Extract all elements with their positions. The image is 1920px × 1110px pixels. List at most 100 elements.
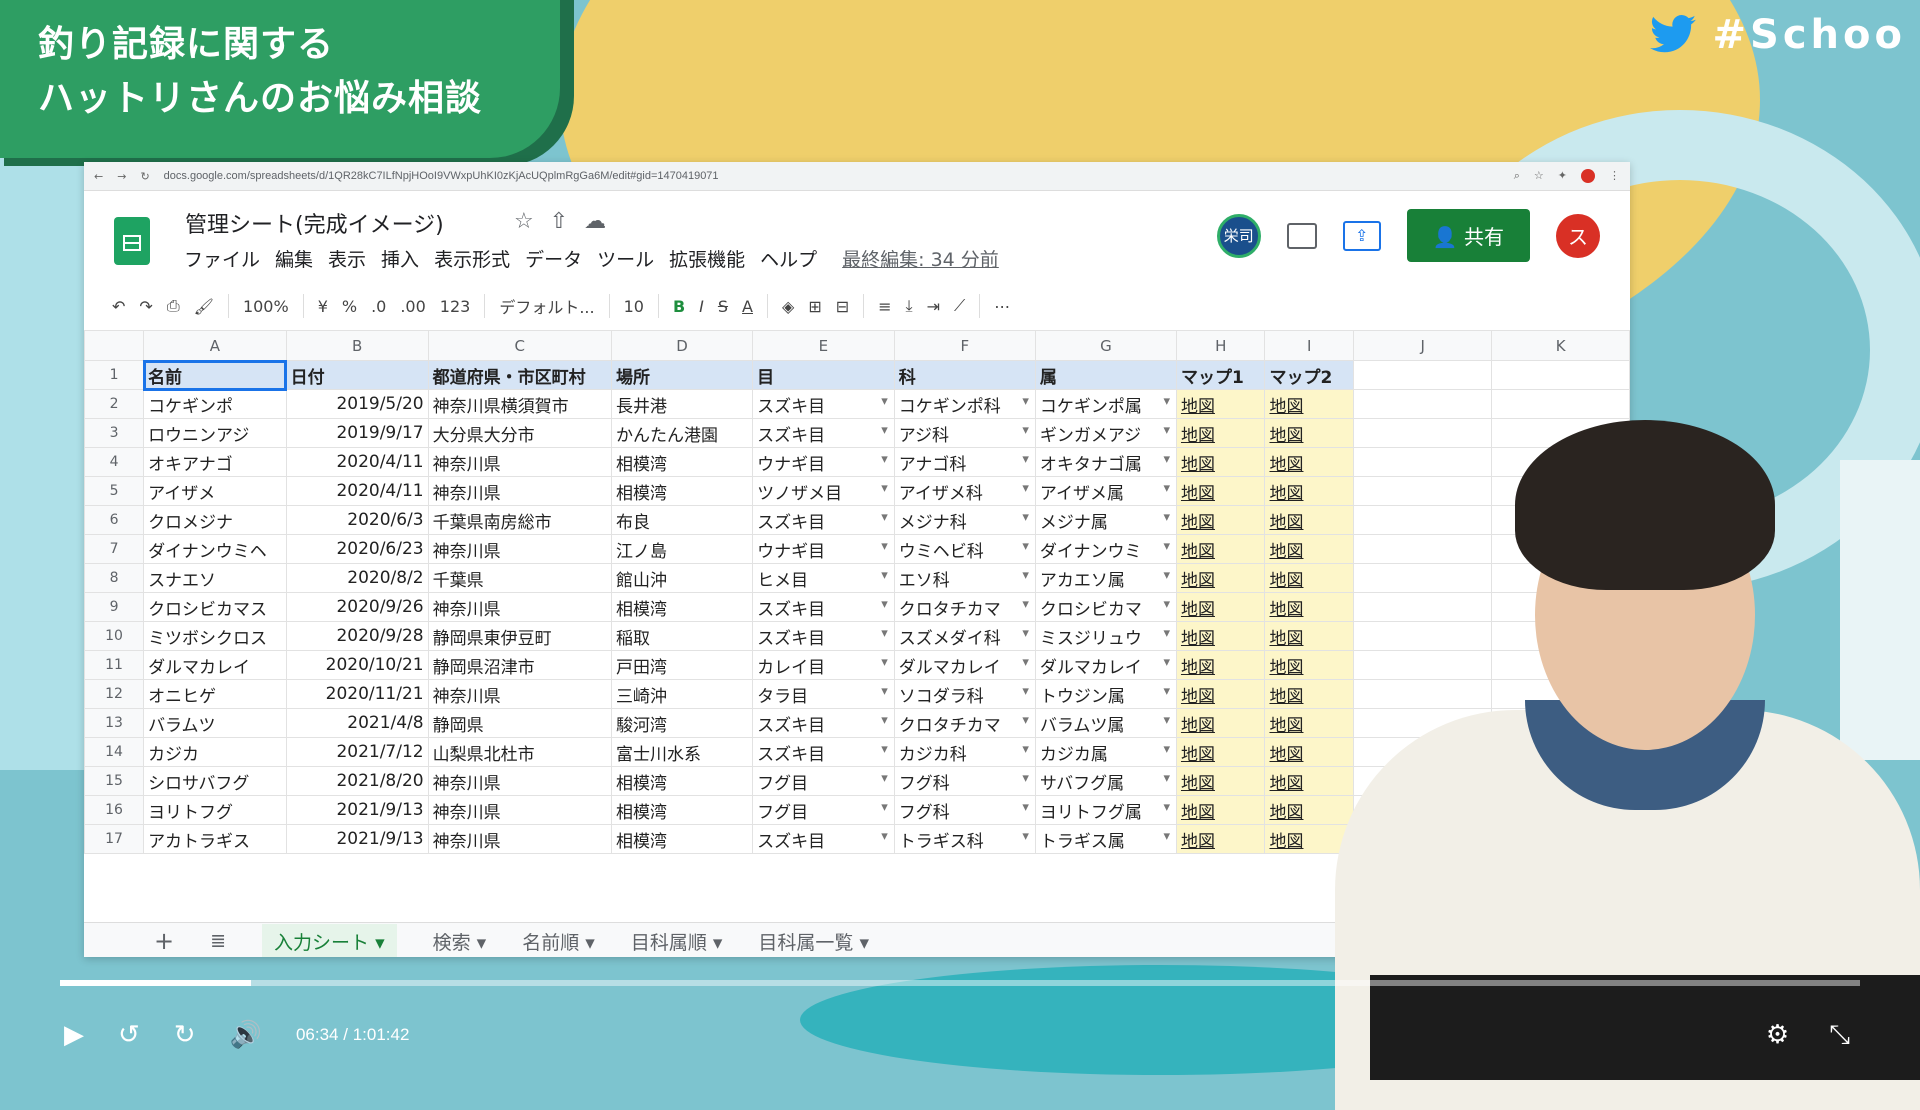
decrease-decimal-button[interactable]: .0 [371,297,386,316]
cell-genus[interactable]: メジナ属 [1034,505,1177,535]
volume-icon[interactable]: 🔊 [230,1020,262,1050]
zoom-icon[interactable]: ⌕ [1514,169,1520,183]
map1-link[interactable]: 地図 [1175,418,1266,448]
cell-location[interactable]: 神奈川県 [427,592,612,622]
cell-order[interactable]: スズキ目 [752,824,895,854]
sheet-tab[interactable]: 目科属順 ▾ [631,928,723,955]
vertical-align-icon[interactable]: ⤓ [906,296,913,316]
cell-date[interactable]: 2020/11/21 [285,679,429,709]
add-sheet-icon[interactable]: + [154,927,174,955]
cell-date[interactable]: 2021/4/8 [285,708,429,738]
column-header[interactable]: F [893,330,1036,361]
map1-link[interactable]: 地図 [1175,505,1266,535]
row-number[interactable]: 2 [84,389,145,419]
percent-format-button[interactable]: % [342,297,357,316]
menu-view[interactable]: 表示 [328,245,366,272]
cell-location[interactable]: 山梨県北杜市 [427,737,612,767]
cell-order[interactable]: スズキ目 [752,621,895,651]
comment-history-icon[interactable] [1286,222,1317,249]
cell-location[interactable]: 神奈川県横須賀市 [427,389,612,419]
cell-name[interactable]: バラムツ [143,708,287,738]
cell-order[interactable]: タラ目 [752,679,895,709]
row-number[interactable]: 9 [84,592,145,622]
cell-location[interactable]: 千葉県南房総市 [427,505,612,535]
cell-name[interactable]: コケギンポ [143,389,287,419]
cell-location[interactable]: 神奈川県 [427,824,612,854]
cell-place[interactable]: 相模湾 [610,766,754,796]
cell-genus[interactable]: ギンガメアジ [1034,418,1177,448]
cell-location[interactable]: 神奈川県 [427,679,612,709]
cell-place[interactable]: 長井港 [610,389,754,419]
header-cell-place[interactable]: 場所 [610,360,754,390]
header-cell-date[interactable]: 日付 [285,360,429,390]
cell-name[interactable]: アカトラギス [143,824,287,854]
cell-family[interactable]: ウミヘビ科 [893,534,1036,564]
cell-location[interactable]: 神奈川県 [427,534,612,564]
cell-family[interactable]: アジ科 [893,418,1036,448]
row-number[interactable]: 5 [84,476,145,506]
cell-genus[interactable]: クロシビカマ [1034,592,1177,622]
row-number[interactable]: 6 [84,505,145,535]
cell-genus[interactable]: ヨリトフグ属 [1034,795,1177,825]
share-button[interactable]: 👤 共有 [1406,209,1530,262]
present-icon[interactable]: ⇪ [1342,220,1381,251]
zoom-select[interactable]: 100% [243,297,289,316]
map1-link[interactable]: 地図 [1175,766,1266,796]
cell-order[interactable]: ウナギ目 [752,534,895,564]
row-number[interactable]: 8 [84,563,145,593]
cell-order[interactable]: スズキ目 [752,708,895,738]
cell-family[interactable]: カジカ科 [893,737,1036,767]
map1-link[interactable]: 地図 [1175,737,1266,767]
more-formats-select[interactable]: 123 [440,297,471,316]
cell-order[interactable]: ツノザメ目 [752,476,895,506]
header-cell-name[interactable]: 名前 [142,359,288,391]
cell-location[interactable]: 大分県大分市 [427,418,612,448]
menu-help[interactable]: ヘルプ [760,245,817,272]
forward-icon[interactable]: → [117,170,126,183]
cloud-status-icon[interactable]: ☁ [584,209,606,234]
map1-link[interactable]: 地図 [1175,621,1266,651]
row-number[interactable]: 15 [84,766,145,796]
cell-name[interactable]: ダルマカレイ [143,650,287,680]
increase-decimal-button[interactable]: .00 [400,297,425,316]
last-edit-link[interactable]: 最終編集: 34 分前 [842,245,999,272]
cell-name[interactable]: オニヒゲ [143,679,287,709]
menu-data[interactable]: データ [525,245,582,272]
cell-date[interactable]: 2021/7/12 [285,737,429,767]
map1-link[interactable]: 地図 [1175,795,1266,825]
cell-genus[interactable]: カジカ属 [1034,737,1177,767]
fill-color-icon[interactable]: ◈ [782,297,794,316]
bold-button[interactable]: B [673,297,685,316]
cell-date[interactable]: 2020/8/2 [285,563,429,593]
header-cell-location[interactable]: 都道府県・市区町村 [427,360,612,390]
row-number[interactable]: 1 [84,360,145,390]
sheet-tab[interactable]: 名前順 ▾ [522,928,595,955]
column-header[interactable]: H [1175,330,1266,361]
cell-place[interactable]: 戸田湾 [610,650,754,680]
more-tools-button[interactable]: ⋯ [994,297,1010,316]
cell-date[interactable]: 2019/9/17 [285,418,429,448]
cell-family[interactable]: エソ科 [893,563,1036,593]
cell-order[interactable]: スズキ目 [752,389,895,419]
cell-family[interactable]: ソコダラ科 [893,679,1036,709]
cell-order[interactable]: スズキ目 [752,592,895,622]
cell-genus[interactable]: サバフグ属 [1034,766,1177,796]
cell-name[interactable]: ヨリトフグ [143,795,287,825]
menu-format[interactable]: 表示形式 [434,245,510,272]
cell-place[interactable]: 稲取 [610,621,754,651]
cell-date[interactable]: 2021/9/13 [285,824,429,854]
cell-name[interactable]: アイザメ [143,476,287,506]
redo-icon[interactable]: ↷ [139,297,152,316]
cell-location[interactable]: 静岡県 [427,708,612,738]
cell-genus[interactable]: バラムツ属 [1034,708,1177,738]
header-cell-map1[interactable]: マップ1 [1175,360,1266,390]
cell-name[interactable]: オキアナゴ [143,447,287,477]
row-number[interactable]: 3 [84,418,145,448]
column-header[interactable]: K [1491,330,1630,361]
cell-date[interactable]: 2021/8/20 [285,766,429,796]
cell-genus[interactable]: オキタナゴ属 [1034,447,1177,477]
currency-format-button[interactable]: ¥ [318,297,328,316]
cell-order[interactable]: カレイ目 [752,650,895,680]
cell-location[interactable]: 千葉県 [427,563,612,593]
cell-place[interactable]: 相模湾 [610,795,754,825]
